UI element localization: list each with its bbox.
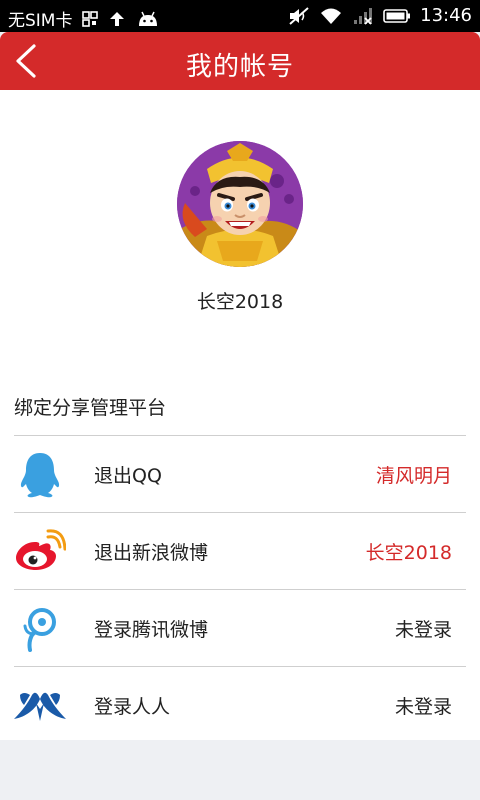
platform-row-renren[interactable]: 登录人人 未登录 bbox=[14, 666, 466, 743]
status-bar: 无SIM卡 13:46 bbox=[0, 0, 480, 32]
wifi-icon bbox=[319, 6, 343, 26]
app-bar: 我的帐号 bbox=[0, 32, 480, 90]
platform-account-name: 清风明月 bbox=[375, 465, 452, 487]
renren-icon bbox=[14, 681, 66, 729]
account-panel: 长空2018 绑定分享管理平台 退出QQ 清风明月 退出新浪微博 长空2018 … bbox=[0, 90, 480, 740]
signal-icon bbox=[352, 6, 374, 26]
section-title: 绑定分享管理平台 bbox=[14, 397, 167, 419]
platform-row-sina-weibo[interactable]: 退出新浪微博 长空2018 bbox=[14, 512, 466, 589]
platform-action-label: 退出QQ bbox=[94, 465, 162, 487]
clock: 13:46 bbox=[420, 5, 472, 26]
username: 长空2018 bbox=[196, 291, 284, 313]
tencent-weibo-icon bbox=[14, 604, 66, 652]
platform-account-name: 长空2018 bbox=[365, 542, 452, 564]
platform-login-status: 未登录 bbox=[394, 619, 452, 641]
carrier-label: 无SIM卡 bbox=[8, 11, 73, 31]
platform-row-qq[interactable]: 退出QQ 清风明月 bbox=[14, 435, 466, 512]
cartoon-warrior-avatar-icon bbox=[177, 141, 303, 267]
mute-icon bbox=[288, 6, 310, 26]
avatar[interactable] bbox=[177, 141, 303, 267]
sina-weibo-icon bbox=[14, 527, 67, 575]
grid-icon bbox=[82, 10, 99, 27]
android-icon bbox=[136, 10, 160, 28]
platform-action-label: 退出新浪微博 bbox=[94, 542, 209, 564]
platform-row-tencent-weibo[interactable]: 登录腾讯微博 未登录 bbox=[14, 589, 466, 666]
platform-action-label: 登录人人 bbox=[94, 696, 171, 718]
platform-login-status: 未登录 bbox=[394, 696, 452, 718]
share-platform-list: 退出QQ 清风明月 退出新浪微博 长空2018 登录腾讯微博 未登录 登录人人 … bbox=[14, 435, 466, 743]
qq-penguin-icon bbox=[14, 450, 66, 498]
upload-arrow-icon bbox=[108, 10, 126, 28]
battery-icon bbox=[383, 8, 411, 24]
page-title: 我的帐号 bbox=[185, 52, 294, 82]
platform-action-label: 登录腾讯微博 bbox=[94, 619, 209, 641]
